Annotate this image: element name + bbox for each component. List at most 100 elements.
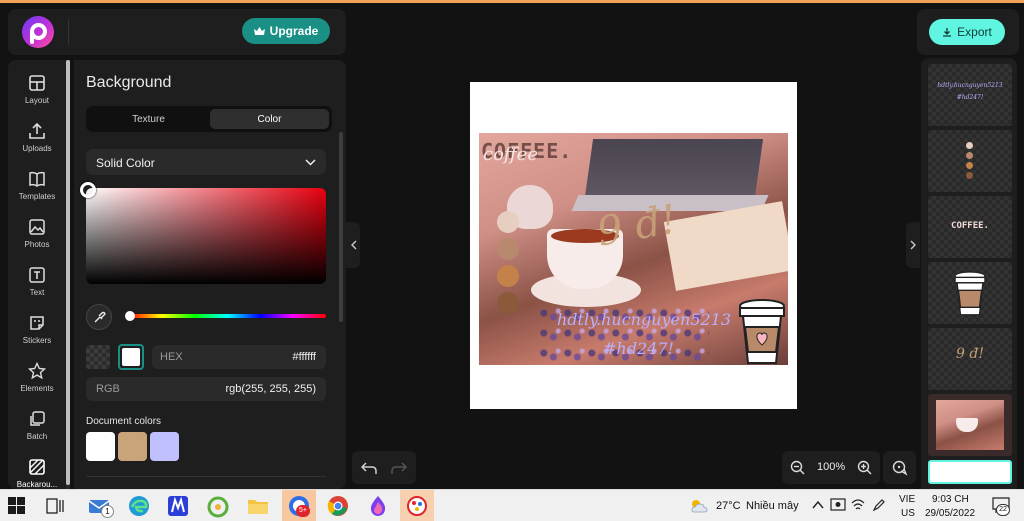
document-color-swatch[interactable] <box>86 432 115 461</box>
transparent-swatch[interactable] <box>86 345 110 369</box>
undo-icon[interactable] <box>360 459 378 477</box>
tab-color[interactable]: Color <box>210 109 329 129</box>
eyedropper-button[interactable] <box>86 304 112 330</box>
task-view-icon[interactable] <box>46 498 64 514</box>
chrome-icon[interactable] <box>326 494 350 518</box>
file-explorer-icon[interactable] <box>246 494 270 518</box>
layer-thumb-price[interactable]: 9 đ! <box>928 328 1012 390</box>
screen-capture-icon[interactable] <box>830 498 846 513</box>
tool-photos[interactable]: Photos <box>8 214 66 260</box>
weather-temp[interactable]: 27°C <box>716 500 741 512</box>
hue-handle[interactable] <box>125 311 135 321</box>
fill-type-select[interactable]: Solid Color <box>86 149 326 175</box>
zoom-out-icon[interactable] <box>790 460 805 475</box>
tool-label: Layout <box>24 96 50 105</box>
canvas-handle-text[interactable]: hdtly.hucnguyen5213 <box>557 310 731 329</box>
download-icon <box>943 28 952 37</box>
canvas-tag-text[interactable]: #hd247! <box>603 339 674 358</box>
weather-desc[interactable]: Nhiều mây <box>746 500 799 512</box>
design-canvas[interactable]: COFFEE. coffee 9 đ! hdtly.hucnguyen5213 … <box>470 82 797 409</box>
current-color-swatch[interactable] <box>118 344 144 370</box>
tool-label: Uploads <box>22 144 52 153</box>
app-logo[interactable] <box>22 16 54 48</box>
layer-thumb-coffee-title[interactable]: COFFEE. <box>928 196 1012 258</box>
batch-icon <box>30 411 45 426</box>
paint-app-icon[interactable] <box>405 494 429 518</box>
zoom-in-icon[interactable] <box>857 460 872 475</box>
tool-text[interactable]: Text <box>8 262 66 308</box>
tab-texture[interactable]: Texture <box>89 109 208 129</box>
palette-dot[interactable] <box>497 292 519 314</box>
coffee-cup-sticker[interactable] <box>737 297 787 365</box>
app-green-icon[interactable] <box>206 494 230 518</box>
hue-slider[interactable] <box>125 311 326 321</box>
hex-label: HEX <box>160 351 183 363</box>
layer-thumb-palette[interactable] <box>928 130 1012 192</box>
layer-thumb-background[interactable] <box>928 460 1012 484</box>
eyedropper-icon <box>94 311 106 322</box>
tool-background[interactable]: Backarou... <box>8 454 66 489</box>
document-color-swatch[interactable] <box>118 432 147 461</box>
layer-thumb-photo[interactable] <box>928 394 1012 456</box>
canvas-script-text[interactable]: coffee <box>483 144 538 165</box>
tool-batch[interactable]: Batch <box>8 406 66 452</box>
clock-time[interactable]: 9:03 CH <box>932 494 969 505</box>
os-taskbar: 1 5+ 27°C Nhiều mây VIE US 9:03 CH 29/05… <box>0 489 1024 521</box>
mail-badge: 1 <box>101 505 114 518</box>
layer-thumb-cup[interactable] <box>928 262 1012 324</box>
chat-help-icon <box>892 460 907 476</box>
notification-badge: 22 <box>996 504 1010 516</box>
lang-top[interactable]: VIE <box>899 494 915 505</box>
palette-dot[interactable] <box>497 238 519 260</box>
coffee-photo[interactable]: COFFEE. coffee 9 đ! hdtly.hucnguyen5213 … <box>479 133 788 365</box>
hex-value[interactable]: #ffffff <box>293 351 316 363</box>
collapse-right-panel[interactable] <box>906 222 920 268</box>
chevron-right-icon <box>910 240 916 250</box>
zalo-badge: 5+ <box>296 505 310 517</box>
elements-icon <box>28 362 46 380</box>
picker-handle[interactable] <box>80 182 96 198</box>
thumb-coffee-text: COFFEE. <box>951 221 989 231</box>
hex-field[interactable]: HEX #ffffff <box>152 345 326 369</box>
windows-start-icon[interactable] <box>8 497 25 514</box>
document-color-swatch[interactable] <box>150 432 179 461</box>
paint-drop-icon[interactable] <box>366 494 390 518</box>
help-button[interactable] <box>883 451 916 484</box>
rgb-value[interactable]: rgb(255, 255, 255) <box>225 383 316 395</box>
rgb-field[interactable]: RGB rgb(255, 255, 255) <box>86 377 326 401</box>
palette-dot[interactable] <box>497 211 519 233</box>
weather-icon[interactable] <box>688 497 710 515</box>
layout-icon <box>29 75 45 91</box>
tool-label: Stickers <box>22 336 52 345</box>
export-button[interactable]: Export <box>929 19 1005 45</box>
tool-layout[interactable]: Layout <box>8 70 66 116</box>
templates-icon <box>29 171 45 187</box>
coffee-cup-icon <box>954 271 986 316</box>
app-m-icon[interactable] <box>166 494 190 518</box>
lang-bottom[interactable]: US <box>901 508 915 519</box>
collapse-left-panel[interactable] <box>346 222 360 268</box>
photos-icon <box>29 219 45 235</box>
tool-uploads[interactable]: Uploads <box>8 118 66 164</box>
zoom-level[interactable]: 100% <box>817 461 845 473</box>
saturation-picker[interactable] <box>80 182 326 284</box>
clock-date[interactable]: 29/05/2022 <box>925 508 975 519</box>
upgrade-label: Upgrade <box>269 24 319 38</box>
tool-templates[interactable]: Templates <box>8 166 66 212</box>
redo-icon[interactable] <box>390 459 408 477</box>
tool-elements[interactable]: Elements <box>8 358 66 404</box>
edge-icon[interactable] <box>127 494 151 518</box>
tool-label: Elements <box>20 384 54 393</box>
wifi-icon[interactable] <box>851 498 865 512</box>
rail-scrollbar[interactable] <box>66 60 70 489</box>
layer-thumb-handle-text[interactable]: hdtly.hucnguyen5213 #hd247! <box>928 64 1012 126</box>
palette-dot[interactable] <box>497 265 519 287</box>
chevron-up-icon[interactable] <box>812 500 824 510</box>
rail-scroll-thumb[interactable] <box>66 60 70 485</box>
tool-stickers[interactable]: Stickers <box>8 310 66 356</box>
fill-type-value: Solid Color <box>96 156 155 170</box>
pen-icon[interactable] <box>872 498 886 512</box>
upgrade-button[interactable]: Upgrade <box>242 18 330 44</box>
panel-scrollbar[interactable] <box>339 132 343 322</box>
text-icon <box>29 267 45 283</box>
